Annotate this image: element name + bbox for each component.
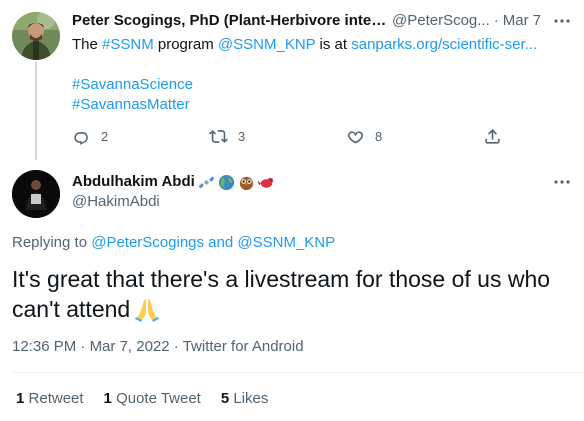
mention-link[interactable]: @PeterScogings [91, 234, 204, 251]
tweet-stats: 1 Retweet 1 Quote Tweet 5 Likes [16, 389, 268, 409]
quotes-label: Quote Tweet [116, 390, 201, 407]
more-options-icon[interactable] [552, 172, 572, 192]
replying-and: and [204, 234, 238, 251]
owl-icon [239, 176, 253, 190]
hashtag-link[interactable]: #SavannasMatter [72, 95, 568, 115]
meta-dot: · [173, 338, 179, 355]
parent-tweet-text: The #SSNM program @SSNM_KNP is at sanpar… [72, 35, 568, 115]
mention-link[interactable]: @SSNM_KNP [218, 36, 315, 53]
text-segment: is at [315, 36, 352, 53]
like-button[interactable]: 8 [346, 127, 382, 146]
hashtag-link[interactable]: #SavannaScience [72, 75, 568, 95]
tweet-source[interactable]: Twitter for Android [183, 338, 304, 355]
tweet-date[interactable]: Mar 7 [503, 11, 541, 31]
likes-label: Likes [233, 390, 269, 407]
divider [12, 372, 584, 373]
hashtag-link[interactable]: #SSNM [102, 36, 154, 53]
likes-count: 5 [220, 390, 230, 407]
avatar[interactable] [12, 12, 60, 60]
heart-icon [347, 130, 364, 144]
quote-tweets-stat[interactable]: 1 Quote Tweet [104, 389, 201, 409]
bird-icon [257, 177, 275, 188]
tweet-text-content: It's great that there's a livestream for… [12, 266, 551, 322]
text-segment: program [153, 36, 218, 53]
retweets-count: 1 [16, 390, 25, 407]
more-options-icon[interactable] [552, 11, 572, 31]
replying-to-line: Replying to @PeterScogings and @SSNM_KNP [12, 233, 335, 253]
avatar[interactable] [12, 170, 60, 218]
text-segment: The [72, 36, 103, 53]
tweet-time[interactable]: 12:36 PM [12, 338, 76, 355]
author-name[interactable]: Abdulhakim Abdi [72, 172, 195, 192]
retweets-stat[interactable]: 1 Retweet [16, 389, 84, 409]
reply-button[interactable]: 2 [72, 127, 108, 146]
share-button[interactable] [483, 127, 502, 146]
retweets-label: Retweet [28, 390, 84, 407]
reply-count: 2 [101, 128, 109, 144]
tweet-date[interactable]: Mar 7, 2022 [90, 338, 170, 355]
likes-stat[interactable]: 5 Likes [221, 389, 269, 409]
author-handle[interactable]: @HakimAbdi [72, 192, 160, 212]
folded-hands-icon [135, 299, 160, 322]
like-count: 8 [375, 128, 383, 144]
tweet-actions: 2 3 8 [72, 125, 502, 147]
parent-tweet-header: Peter Scogings, PhD (Plant-Herbivore int… [72, 11, 568, 31]
earth-globe-icon [218, 174, 234, 190]
retweet-count: 3 [238, 128, 246, 144]
share-icon [485, 128, 500, 144]
mention-link[interactable]: @SSNM_KNP [237, 234, 335, 251]
url-link[interactable]: sanparks.org/scientific-ser... [351, 36, 537, 53]
replying-prefix: Replying to [12, 234, 92, 251]
focused-author-name-row: Abdulhakim Abdi [72, 172, 275, 192]
author-handle[interactable]: @PeterScog... [392, 11, 490, 31]
separator-dot: · [493, 12, 499, 29]
tweet-text-line-1: The #SSNM program @SSNM_KNP is at sanpar… [72, 35, 568, 55]
parent-tweet[interactable]: Peter Scogings, PhD (Plant-Herbivore int… [0, 0, 584, 160]
retweet-icon [209, 129, 228, 143]
tweet-meta: 12:36 PM · Mar 7, 2022 · Twitter for And… [12, 337, 304, 357]
tweet-text: It's great that there's a livestream for… [12, 264, 572, 324]
quotes-count: 1 [103, 390, 112, 407]
thread-connector-line [35, 62, 37, 160]
reply-icon [74, 131, 88, 145]
author-name[interactable]: Peter Scogings, PhD (Plant-Herbivore int… [72, 11, 387, 31]
retweet-button[interactable]: 3 [209, 127, 245, 146]
meta-dot: · [80, 338, 86, 355]
satellite-emoji-icon [198, 176, 215, 188]
